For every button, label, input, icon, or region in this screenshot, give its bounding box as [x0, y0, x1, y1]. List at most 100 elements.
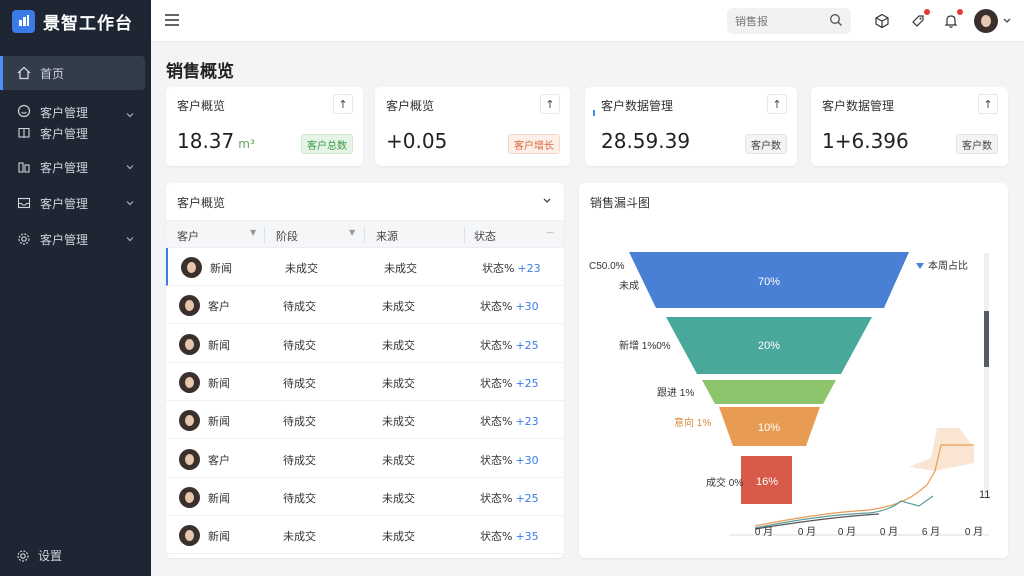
stat-value: 1+6.396 — [822, 129, 909, 153]
chevron-down-icon — [126, 165, 134, 170]
column-header[interactable]: 客户 — [177, 228, 199, 244]
table-row[interactable]: 新闻 待成交 未成交 状态% +23 — [166, 401, 564, 440]
change-value: +30 — [515, 300, 539, 314]
sidebar-settings[interactable]: 设置 — [16, 547, 62, 564]
chevron-down-icon[interactable] — [1002, 17, 1012, 25]
change-value: +25 — [515, 338, 539, 352]
stat-label: 客户数据管理 — [601, 99, 674, 113]
people-icon — [16, 159, 32, 175]
customer-table-panel: 客户概览 客户 ▼ 阶段 ▼ 来源 状态 — 新闻 未成交 未成交 状态% +23 客户待… — [166, 183, 564, 558]
status-value: 状态% +25 — [480, 376, 539, 390]
table-row[interactable]: 客户 待成交 未成交 状态% +30 — [166, 286, 564, 325]
x-tick: 6 月 — [922, 526, 940, 538]
panel-title: 客户概览 — [177, 196, 226, 210]
sidebar-item-home[interactable]: 首页 — [0, 56, 145, 90]
table-row[interactable]: 新闻 待成交 未成交 状态% +25 — [166, 478, 564, 516]
cube-icon[interactable] — [872, 11, 892, 31]
stage-value: 未成交 — [285, 262, 318, 275]
table-row[interactable]: 新闻 待成交 未成交 状态% +25 — [166, 325, 564, 363]
indicator-bar — [593, 110, 595, 116]
sidebar-item-customers-3[interactable]: 客户管理 — [0, 186, 151, 220]
source-value: 未成交 — [382, 530, 415, 544]
stage-value: 待成交 — [283, 376, 316, 390]
funnel-panel: 销售漏斗图 70% 20% 10% 16% C50.0% 未成 新增 1%0% … — [579, 183, 1008, 558]
sort-icon[interactable]: ▼ — [349, 228, 355, 237]
arrow-up-icon[interactable]: ↑ — [540, 94, 560, 114]
status-value: 状态% +25 — [480, 338, 539, 352]
scrollbar-track[interactable] — [984, 253, 989, 499]
chevron-down-icon[interactable] — [542, 197, 552, 205]
table-row[interactable]: 新闻 未成交 未成交 状态% +35 — [166, 516, 564, 555]
trend-line — [754, 513, 880, 530]
topbar: 销售报 — [151, 0, 1024, 42]
stat-card: 客户数据管理 ↑ 1+6.396 客户数 — [811, 87, 1008, 166]
sidebar-item-customers-4[interactable]: 客户管理 — [0, 222, 151, 256]
table-row[interactable]: 新闻 未成交 未成交 状态% +23 — [166, 248, 564, 286]
change-value: +23 — [515, 415, 539, 429]
stat-card: 客户概览 ↑ +0.05 客户增长 — [375, 87, 570, 166]
stage-value: 待成交 — [283, 338, 316, 352]
scrollbar-thumb[interactable] — [984, 311, 989, 367]
arrow-up-icon[interactable]: ↑ — [767, 94, 787, 114]
sidebar-nav: 首页 客户管理 客户管理 客户管理 客户管理 客户管理 — [0, 56, 151, 256]
stat-badge: 客户数 — [745, 134, 787, 154]
customer-name: 新闻 — [208, 338, 230, 352]
brand[interactable]: 景智工作台 — [0, 0, 151, 42]
sidebar-item-customers-2[interactable]: 客户管理 — [0, 150, 151, 184]
avatar — [179, 410, 200, 432]
stat-value: +0.05 — [386, 129, 448, 153]
sidebar-item-customers-1[interactable]: 客户管理 客户管理 — [0, 98, 151, 146]
x-tick: 0 月 — [755, 526, 773, 538]
status-value: 状态% +30 — [480, 453, 539, 467]
change-value: +30 — [515, 453, 539, 467]
arrow-up-icon[interactable]: ↑ — [978, 94, 998, 114]
notification-dot — [924, 9, 930, 15]
change-value: +35 — [515, 530, 539, 544]
sidebar: 景智工作台 首页 客户管理 客户管理 客户管理 客户管理 客户管理 设置 — [0, 0, 151, 576]
sidebar-item-label: 客户管理 — [40, 232, 89, 247]
menu-icon[interactable] — [164, 13, 180, 27]
column-header[interactable]: 来源 — [376, 228, 398, 244]
stat-label: 客户概览 — [177, 99, 226, 113]
search-input[interactable]: 销售报 — [727, 8, 851, 34]
status-value: 状态% +23 — [480, 415, 539, 429]
column-header[interactable]: 阶段 — [276, 228, 298, 244]
home-icon — [16, 65, 32, 81]
sidebar-item-label: 客户管理 — [40, 160, 89, 175]
stat-badge: 客户增长 — [508, 134, 560, 154]
search-icon[interactable] — [829, 13, 843, 27]
table-header: 客户 ▼ 阶段 ▼ 来源 状态 — — [166, 220, 564, 248]
user-avatar[interactable] — [974, 9, 998, 33]
tag-icon[interactable] — [908, 9, 930, 31]
chevron-down-icon — [126, 237, 134, 242]
bell-icon[interactable] — [941, 9, 963, 31]
inbox-icon — [16, 195, 32, 211]
stat-badge: 客户数 — [956, 134, 998, 154]
table-row[interactable]: 新闻 待成交 未成交 状态% +25 — [166, 363, 564, 401]
sort-icon[interactable]: — — [546, 228, 554, 237]
status-value: 状态% +35 — [480, 530, 539, 544]
source-value: 未成交 — [384, 262, 417, 275]
table-row[interactable]: 客户 待成交 未成交 状态% +30 — [166, 440, 564, 478]
customer-name: 新闻 — [208, 415, 230, 429]
sort-icon[interactable]: ▼ — [250, 228, 256, 237]
avatar — [179, 486, 200, 508]
arrow-up-icon[interactable]: ↑ — [333, 94, 353, 114]
avatar — [181, 257, 202, 278]
book-icon — [18, 127, 30, 139]
source-value: 未成交 — [382, 491, 415, 505]
customer-name: 新闻 — [208, 491, 230, 505]
funnel-stage[interactable] — [702, 380, 836, 404]
column-divider — [464, 227, 465, 243]
settings-label: 设置 — [38, 549, 63, 563]
avatar — [179, 525, 200, 547]
column-divider — [364, 227, 365, 243]
stage-value: 待成交 — [283, 491, 316, 505]
status-value: 状态% +30 — [480, 300, 539, 314]
column-header[interactable]: 状态 — [474, 228, 496, 244]
axis-value: 11 — [979, 489, 990, 501]
stage-value: 待成交 — [283, 415, 316, 429]
stat-label: 客户数据管理 — [822, 99, 895, 113]
sidebar-item-label: 客户管理 — [40, 127, 89, 141]
customer-name: 新闻 — [208, 530, 230, 544]
